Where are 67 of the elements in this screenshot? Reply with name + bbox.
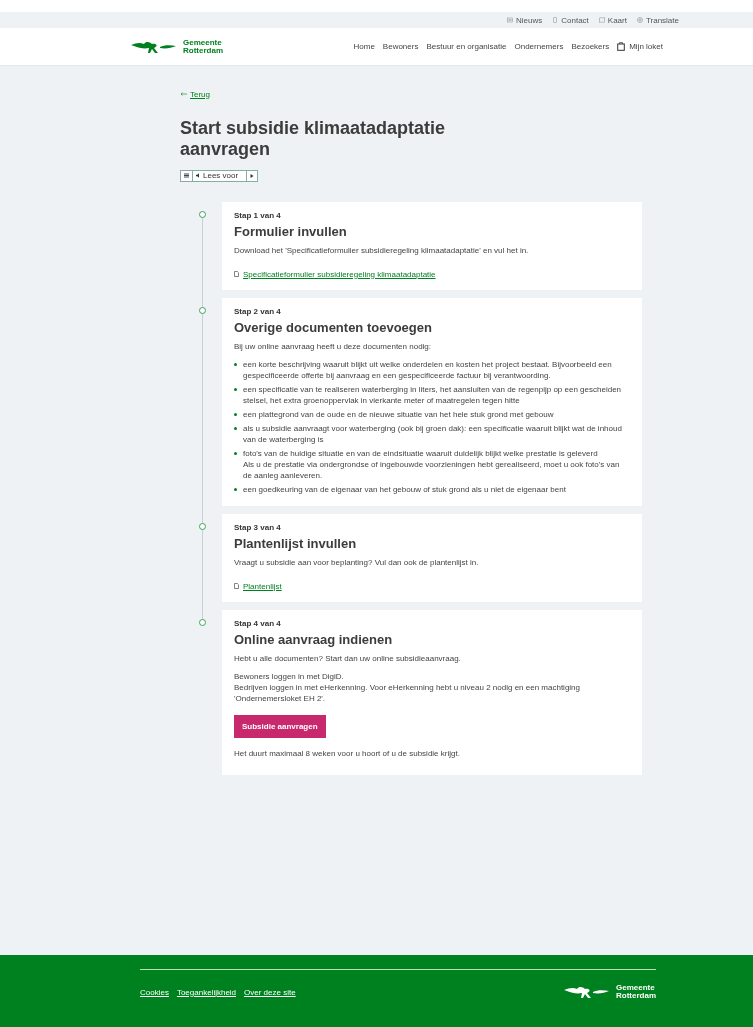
footer-link[interactable]: Toegankelijkheid [176, 987, 237, 997]
menu-icon [184, 173, 189, 178]
back-link[interactable]: Terug [180, 89, 210, 99]
speaker-icon [196, 173, 201, 178]
read-aloud-button[interactable]: Lees voor [193, 170, 248, 181]
bullet-icon [234, 488, 237, 491]
bullet-icon [234, 427, 237, 430]
bullet-icon [234, 388, 237, 391]
apply-button[interactable]: Subsidie aanvragen [234, 715, 326, 738]
list-item-note: Als u de prestatie via ondergrondse of ingebouwde voorzieningen hebt gerealiseerd, moet u ook foto's van de aanleg aanleveren. [243, 459, 621, 481]
nav-link[interactable]: Ondernemers [514, 42, 564, 51]
download-link[interactable]: Plantenlijst [234, 581, 282, 591]
bullet-icon [234, 413, 237, 416]
list-item-text: een korte beschrijving waaruit blijkt uit welke onderdelen en kosten het project bestaat. Bijvoorbeeld een gespecificeerde offerte bij aanvraag en een gespecificeerde factuur bij verantwoording. [243, 359, 613, 381]
paragraph: Vraagt u subsidie aan voor beplanting? Vul dan ook de plantenlijst in. [234, 557, 480, 568]
step-marker-icon [199, 211, 206, 218]
globe-icon [636, 17, 643, 23]
logo-text: Gemeente [183, 38, 223, 47]
step-label: Stap 2 van 4 [234, 307, 282, 316]
footer-link[interactable]: Over deze site [244, 987, 296, 997]
paragraph: Bij uw online aanvraag heeft u deze documenten nodig: [234, 341, 433, 352]
list-item-text: een goedkeuring van de eigenaar van het gebouw of stuk grond als u niet de eigenaar bent [243, 484, 566, 495]
list-item-text: foto's van de huidige situatie en van de eindsituatie waaruit duidelijk blijkt welke prestatie is geleverd [243, 448, 599, 459]
logo-text: Gemeente [616, 984, 656, 992]
newspaper-icon [507, 17, 513, 23]
phone-icon [552, 17, 559, 23]
step-label: Stap 4 van 4 [234, 619, 282, 628]
download-link[interactable]: Specificatieformulier subsidieregeling klimaatadaptatie [234, 269, 436, 279]
paragraph: Download het 'Specificatieformulier subsidieregeling klimaatadaptatie' en vul het in. [234, 245, 530, 256]
account-link[interactable]: Mijn loket [617, 42, 663, 51]
step-title: Formulier invullen [234, 224, 348, 239]
utility-link[interactable]: Kaart [598, 15, 627, 25]
step-title: Overige documenten toevoegen [234, 320, 433, 335]
logo-text: Rotterdam [183, 46, 223, 55]
step-label: Stap 3 van 4 [234, 523, 282, 532]
arrow-left-icon [180, 92, 187, 96]
utility-link[interactable]: Translate [636, 15, 679, 25]
step-marker-icon [199, 619, 206, 626]
map-icon [598, 17, 605, 23]
step-marker-icon [199, 523, 206, 530]
step-title: Online aanvraag indienen [234, 632, 394, 647]
bullet-icon [234, 452, 237, 455]
step-marker-icon [199, 307, 206, 314]
nav-link[interactable]: Home [353, 42, 375, 51]
paragraph: Hebt u alle documenten? Start dan uw online subsidieaanvraag. [234, 653, 462, 664]
list-item-text: als u subsidie aanvraagt voor waterberging (ook bij groen dak): een specificatie waaruit blijkt wat de inhoud van de waterberging is [243, 423, 623, 445]
nav-link[interactable]: Bezoekers [571, 42, 610, 51]
list-item-text: een specificatie van te realiseren waterberging in liters, het aansluiten van de regenpijp op een gescheiden stelsel, het extra groenoppervlak in vierkante meter of maatregelen tegen hitte [243, 384, 623, 406]
footer-link[interactable]: Cookies [140, 987, 169, 997]
bullet-icon [234, 363, 237, 366]
utility-link[interactable]: Nieuws [507, 15, 543, 25]
document-icon [234, 271, 239, 277]
list-item-text: een plattegrond van de oude en de nieuwe situatie van het hele stuk grond met gebouw [243, 409, 554, 420]
paragraph: Het duurt maximaal 8 weken voor u hoort of u de subsidie krijgt. [234, 748, 461, 759]
step-label: Stap 1 van 4 [234, 211, 282, 220]
nav-link[interactable]: Bestuur en organisatie [426, 42, 507, 51]
play-icon [250, 173, 255, 178]
paragraph: Bedrijven loggen in met eHerkenning. Voor eHerkenning hebt u niveau 2 nodig en een machtiging 'Ondernemersloket EH 2'. [234, 682, 581, 704]
menu-button[interactable] [181, 170, 193, 181]
document-icon [234, 583, 239, 589]
utility-link[interactable]: Contact [552, 15, 589, 25]
page-title: Start subsidie klimaatadaptatie aanvragen [180, 118, 447, 160]
nav-link[interactable]: Bewoners [382, 42, 419, 51]
step-title: Plantenlijst invullen [234, 536, 358, 551]
paragraph: Bewoners loggen in met DigiD. [234, 671, 345, 682]
briefcase-icon [617, 42, 626, 51]
logo-text: Rotterdam [616, 992, 656, 1000]
